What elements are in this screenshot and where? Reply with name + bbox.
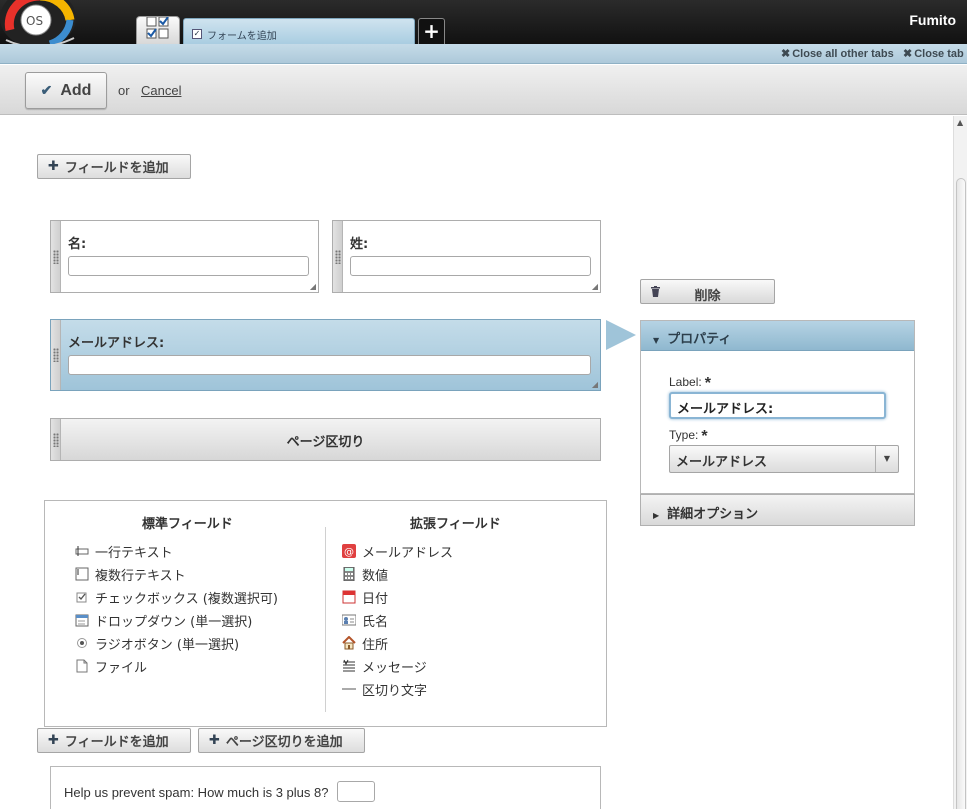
selection-pointer-arrow (606, 320, 636, 350)
properties-header[interactable]: ▼ プロパティ (641, 321, 914, 351)
new-tab-button[interactable]: + (418, 18, 445, 44)
user-name[interactable]: Fumito (909, 12, 956, 28)
resize-grip-icon[interactable]: ◢ (592, 380, 598, 389)
close-all-other-tabs-button[interactable]: ✖ Close all other tabs (781, 47, 894, 60)
field-label: メールアドレス: (68, 336, 165, 351)
field-label: 名: (68, 237, 87, 252)
name-card-icon (342, 614, 356, 626)
resize-grip-icon[interactable]: ◢ (592, 282, 598, 291)
chevron-down-icon[interactable]: ▼ (875, 446, 898, 472)
file-icon (76, 659, 88, 673)
email-icon: @ (342, 544, 356, 558)
properties-panel: ▼ プロパティ Label: * メールアドレス: Type: * メールアドレス ▼ (640, 320, 915, 494)
or-text: or (118, 83, 130, 98)
delete-label: 削除 (694, 289, 721, 304)
field-palette: 標準フィールド 拡張フィールド 一行テキスト 複数行テキスト チェックボックス … (44, 500, 607, 727)
vertical-scrollbar[interactable]: ▲ (953, 116, 967, 809)
cancel-link[interactable]: Cancel (141, 83, 181, 98)
svg-text:OS: OS (26, 14, 43, 28)
standard-fields-title: 標準フィールド (142, 517, 233, 532)
dropdown-icon (75, 614, 89, 627)
resize-grip-icon[interactable]: ◢ (310, 282, 316, 291)
palette-item-file[interactable]: ファイル (75, 657, 147, 676)
calendar-icon (342, 590, 356, 604)
required-asterisk: * (704, 375, 711, 392)
palette-item-single-line-text[interactable]: 一行テキスト (75, 542, 173, 561)
field-first-name[interactable]: 名: ◢ (50, 220, 319, 293)
type-caption: Type: * (669, 428, 708, 445)
type-select[interactable]: メールアドレス ▼ (669, 445, 899, 473)
plus-icon: ✚ (48, 733, 59, 748)
drag-handle[interactable] (51, 221, 61, 292)
checkmark-icon: ✔ (40, 82, 53, 98)
close-tab-button[interactable]: ✖ Close tab (903, 47, 964, 60)
single-line-text-icon (75, 546, 89, 556)
triangle-down-icon: ▼ (653, 336, 660, 345)
palette-item-name[interactable]: 氏名 (342, 611, 388, 630)
palette-divider (325, 527, 326, 712)
email-input[interactable] (68, 355, 591, 375)
separator-icon (342, 688, 356, 690)
palette-item-number[interactable]: 数値 (342, 565, 388, 584)
add-field-button-bottom[interactable]: ✚ フィールドを追加 (37, 728, 191, 753)
delete-field-button[interactable]: 削除 (640, 279, 775, 304)
palette-item-message[interactable]: メッセージ (342, 657, 427, 676)
checkbox-icon (76, 592, 87, 603)
scrollbar-thumb[interactable] (956, 178, 966, 809)
add-field-button-top[interactable]: ✚ フィールドを追加 (37, 154, 191, 179)
multi-line-text-icon (75, 567, 89, 581)
spam-check: Help us prevent spam: How much is 3 plus… (50, 766, 601, 809)
field-last-name[interactable]: 姓: ◢ (332, 220, 601, 293)
field-label: 姓: (350, 237, 369, 252)
extended-fields-title: 拡張フィールド (410, 517, 501, 532)
top-bar: OS ✓ フォームを追加 + Fumito (0, 0, 967, 49)
svg-text:@: @ (344, 547, 354, 558)
label-input[interactable]: メールアドレス: (669, 392, 886, 419)
tab-subbar: ✖ Close all other tabs ✖ Close tab (0, 44, 967, 64)
app-logo[interactable]: OS (0, 0, 78, 50)
label-caption: Label: * (669, 375, 711, 392)
spam-answer-input[interactable] (337, 781, 375, 802)
spam-question: Help us prevent spam: How much is 3 plus… (64, 785, 329, 800)
add-button[interactable]: ✔ Add (25, 72, 107, 109)
required-asterisk: * (701, 428, 708, 445)
message-icon (343, 659, 355, 672)
palette-item-separator[interactable]: 区切り文字 (342, 680, 427, 699)
close-icon: ✖ (903, 48, 913, 60)
palette-item-multi-line-text[interactable]: 複数行テキスト (75, 565, 186, 584)
palette-item-dropdown[interactable]: ドロップダウン (単一選択) (75, 611, 252, 630)
tab-add-form[interactable]: ✓ フォームを追加 (183, 18, 415, 44)
scroll-up-arrow-icon[interactable]: ▲ (957, 118, 963, 127)
checkbox-icon: ✓ (192, 29, 202, 39)
action-bar: ✔ Add or Cancel (0, 65, 967, 115)
tab-label: フォームを追加 (207, 30, 277, 42)
palette-item-radio[interactable]: ラジオボタン (単一選択) (75, 634, 239, 653)
number-icon (343, 567, 355, 581)
first-name-input[interactable] (68, 256, 309, 276)
palette-item-address[interactable]: 住所 (342, 634, 388, 653)
palette-item-checkbox[interactable]: チェックボックス (複数選択可) (75, 588, 278, 607)
page-break[interactable]: ページ区切り (50, 418, 601, 461)
plus-icon: ✚ (209, 733, 220, 748)
drag-handle[interactable] (51, 320, 61, 390)
advanced-options-header[interactable]: ▶ 詳細オプション (640, 494, 915, 526)
house-icon (342, 636, 356, 650)
close-icon: ✖ (781, 48, 791, 60)
checklist-icon (146, 16, 169, 39)
plus-icon: ✚ (48, 159, 59, 174)
triangle-right-icon: ▶ (653, 511, 660, 520)
add-page-break-button[interactable]: ✚ ページ区切りを追加 (198, 728, 365, 753)
palette-item-date[interactable]: 日付 (342, 588, 388, 607)
page-break-label: ページ区切り (286, 435, 365, 450)
field-email[interactable]: メールアドレス: ◢ (50, 319, 601, 391)
radio-icon (77, 638, 87, 648)
drag-handle[interactable] (333, 221, 343, 292)
last-name-input[interactable] (350, 256, 591, 276)
app-switcher-button[interactable] (136, 16, 180, 44)
palette-item-email[interactable]: @ メールアドレス (342, 542, 453, 561)
